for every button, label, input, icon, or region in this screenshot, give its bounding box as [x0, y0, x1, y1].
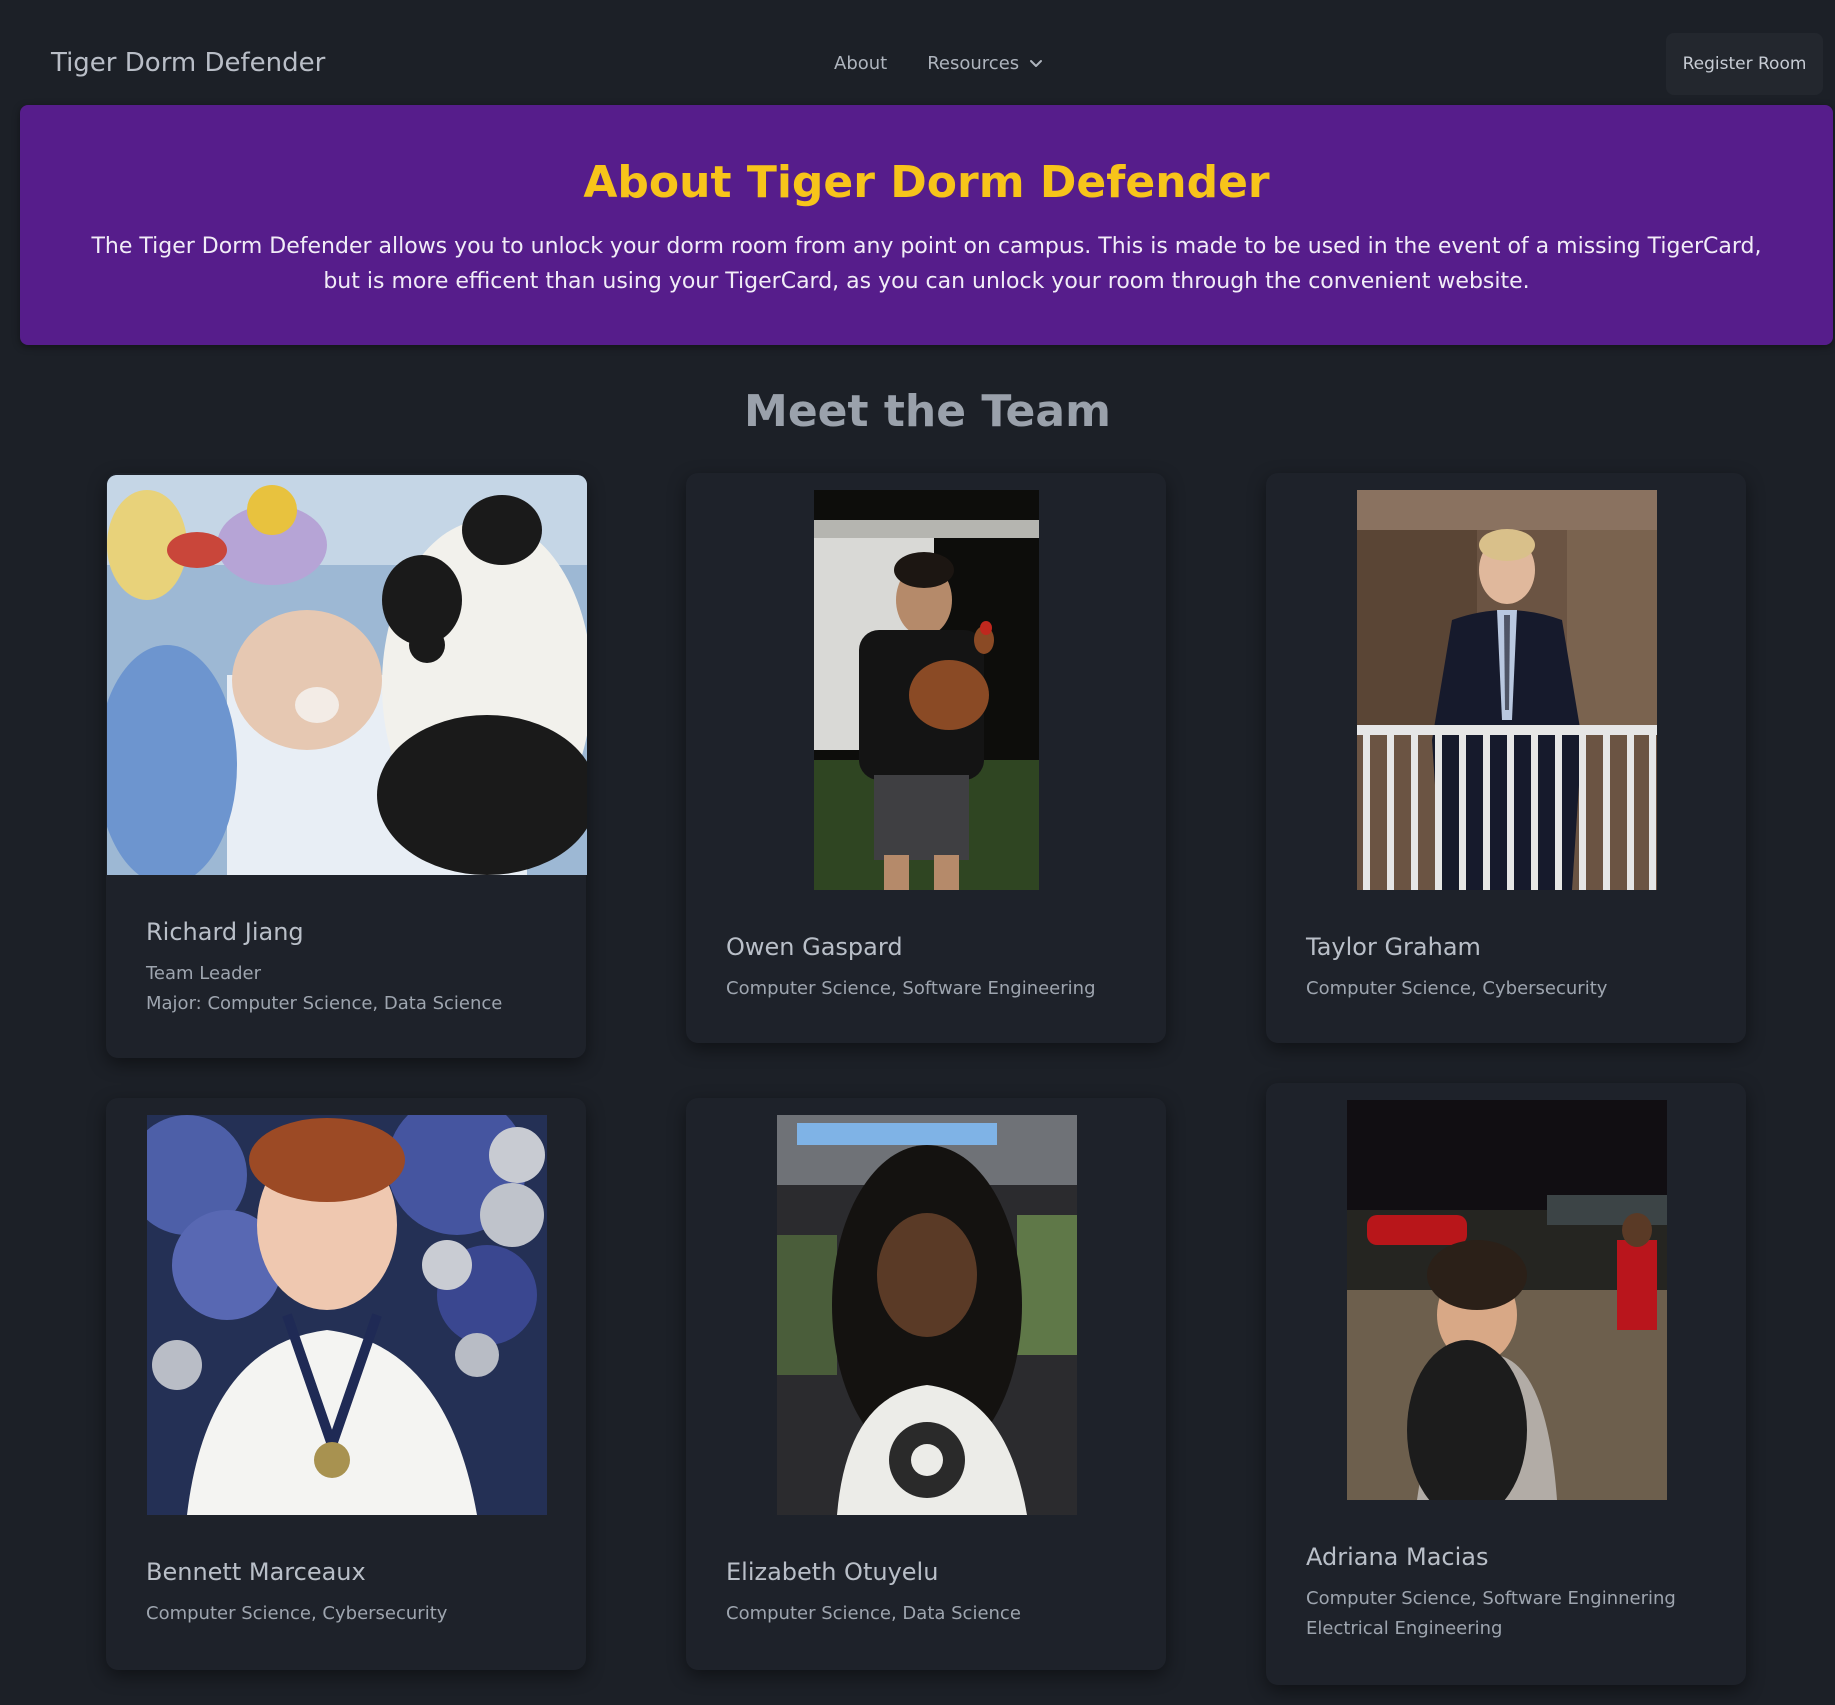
person-holding-chicken-photo: [814, 490, 1039, 890]
nav-dropdown-resources[interactable]: Resources: [927, 50, 1043, 78]
selfie-in-car-photo: [777, 1115, 1077, 1515]
nav-dropdown-label: Resources: [927, 53, 1020, 74]
chevron-down-icon: [1029, 59, 1043, 69]
team-member-card: Bennett Marceaux Computer Science, Cyber…: [106, 1098, 586, 1670]
team-section-title: Meet the Team: [744, 386, 1111, 437]
member-role: Team Leader: [146, 963, 262, 984]
team-member-card: Owen Gaspard Computer Science, Software …: [686, 473, 1166, 1043]
member-name: Taylor Graham: [1306, 933, 1481, 961]
night-parking-lot-selfie-photo: [1347, 1100, 1667, 1500]
member-major: Computer Science, Software Engineering: [726, 978, 1096, 999]
member-name: Elizabeth Otuyelu: [726, 1558, 939, 1586]
member-name: Adriana Macias: [1306, 1543, 1489, 1571]
brand-title[interactable]: Tiger Dorm Defender: [51, 45, 325, 81]
member-major: Major: Computer Science, Data Science: [146, 993, 503, 1014]
about-hero-banner: About Tiger Dorm Defender The Tiger Dorm…: [20, 105, 1833, 345]
member-major: Computer Science, Cybersecurity: [146, 1603, 448, 1624]
team-member-card: Elizabeth Otuyelu Computer Science, Data…: [686, 1098, 1166, 1670]
nav-link-about[interactable]: About: [834, 50, 887, 78]
top-navbar: Tiger Dorm Defender About Resources Regi…: [0, 0, 1835, 105]
baby-with-stuffed-animals-photo: [107, 475, 587, 875]
member-major: Computer Science, Cybersecurity: [1306, 978, 1608, 999]
member-major-secondary: Electrical Engineering: [1306, 1618, 1503, 1639]
team-member-card: Richard Jiang Team Leader Major: Compute…: [106, 473, 587, 1058]
member-major: Computer Science, Data Science: [726, 1603, 1021, 1624]
hero-description: The Tiger Dorm Defender allows you to un…: [91, 234, 1762, 294]
team-member-card: Taylor Graham Computer Science, Cybersec…: [1266, 473, 1746, 1043]
hero-title: About Tiger Dorm Defender: [583, 157, 1270, 208]
member-name: Owen Gaspard: [726, 933, 903, 961]
nav-links: About Resources: [834, 50, 1043, 78]
member-major: Computer Science, Software Enginnering: [1306, 1588, 1676, 1609]
register-room-button[interactable]: Register Room: [1666, 33, 1823, 95]
team-member-card: Adriana Macias Computer Science, Softwar…: [1266, 1083, 1746, 1685]
member-name: Richard Jiang: [146, 918, 304, 946]
member-name: Bennett Marceaux: [146, 1558, 366, 1586]
person-in-suit-at-railing-photo: [1357, 490, 1657, 890]
person-with-medal-balloons-photo: [147, 1115, 547, 1515]
